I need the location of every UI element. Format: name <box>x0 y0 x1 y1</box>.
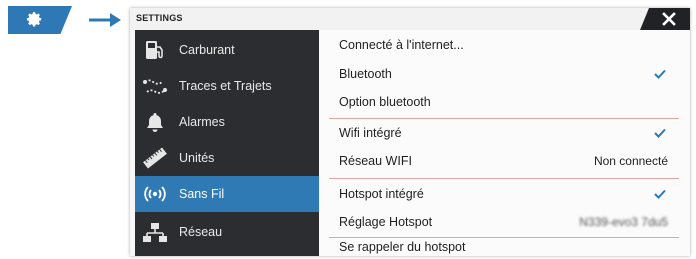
row-label: Se rappeler du hotspot <box>339 240 466 254</box>
row-reglage-hotspot[interactable]: Réglage Hotspot N339-evo3 7du5 <box>319 208 690 236</box>
sidebar-item-label: Sans Fil <box>179 187 225 201</box>
row-label: Réseau WIFI <box>339 154 412 168</box>
row-wifi-integre[interactable]: Wifi intégré <box>319 119 690 147</box>
fuel-pump-icon <box>141 36 169 64</box>
row-label: Wifi intégré <box>339 126 402 140</box>
sidebar-item-traces[interactable]: Traces et Trajets <box>135 68 319 104</box>
settings-window: SETTINGS Carburant Traces et Trajets Ala… <box>130 8 690 256</box>
sidebar-item-alarmes[interactable]: Alarmes <box>135 104 319 140</box>
checkmark-icon[interactable] <box>654 69 666 79</box>
settings-sidebar: Carburant Traces et Trajets Alarmes Unit… <box>135 30 319 256</box>
wireless-icon <box>141 180 169 208</box>
row-bluetooth[interactable]: Bluetooth <box>319 60 690 88</box>
close-icon <box>662 12 676 26</box>
settings-tab[interactable] <box>8 6 72 34</box>
sidebar-item-carburant[interactable]: Carburant <box>135 32 319 68</box>
ruler-icon <box>141 144 169 172</box>
arrow-right-icon <box>89 13 121 27</box>
gear-icon <box>26 12 42 27</box>
settings-content: Connecté à l'internet... Bluetooth Optio… <box>319 30 690 256</box>
window-title: SETTINGS <box>136 13 183 23</box>
sidebar-item-sans-fil[interactable]: Sans Fil <box>135 176 319 212</box>
row-remember-hotspot[interactable]: Se rappeler du hotspot <box>319 238 690 256</box>
checkmark-icon[interactable] <box>654 128 666 138</box>
row-label: Hotspot intégré <box>339 187 424 201</box>
bell-icon <box>141 108 169 136</box>
checkmark-icon[interactable] <box>654 189 666 199</box>
row-value: Non connecté <box>593 154 668 168</box>
sidebar-item-label: Carburant <box>179 43 235 57</box>
sidebar-item-label: Traces et Trajets <box>179 79 272 93</box>
row-label: Connecté à l'internet... <box>339 38 464 52</box>
close-button[interactable] <box>640 8 690 30</box>
section-divider <box>329 178 679 179</box>
row-bluetooth-options[interactable]: Option bluetooth <box>319 88 690 116</box>
sidebar-item-reseau[interactable]: Réseau <box>135 214 319 250</box>
row-label: Réglage Hotspot <box>339 215 433 229</box>
row-reseau-wifi[interactable]: Réseau WIFI Non connecté <box>319 147 690 175</box>
row-hotspot-integre[interactable]: Hotspot intégré <box>319 180 690 208</box>
sidebar-item-label: Unités <box>179 151 215 165</box>
sidebar-item-label: Réseau <box>179 225 223 239</box>
row-value: N339-evo3 7du5 <box>579 215 668 229</box>
row-label: Option bluetooth <box>339 95 431 109</box>
tracks-icon <box>141 72 169 100</box>
network-icon <box>141 218 169 246</box>
row-internet-connect[interactable]: Connecté à l'internet... <box>319 31 690 59</box>
sidebar-item-label: Alarmes <box>179 115 225 129</box>
sidebar-item-unites[interactable]: Unités <box>135 140 319 176</box>
row-label: Bluetooth <box>339 67 392 81</box>
title-bar: SETTINGS <box>130 8 690 30</box>
